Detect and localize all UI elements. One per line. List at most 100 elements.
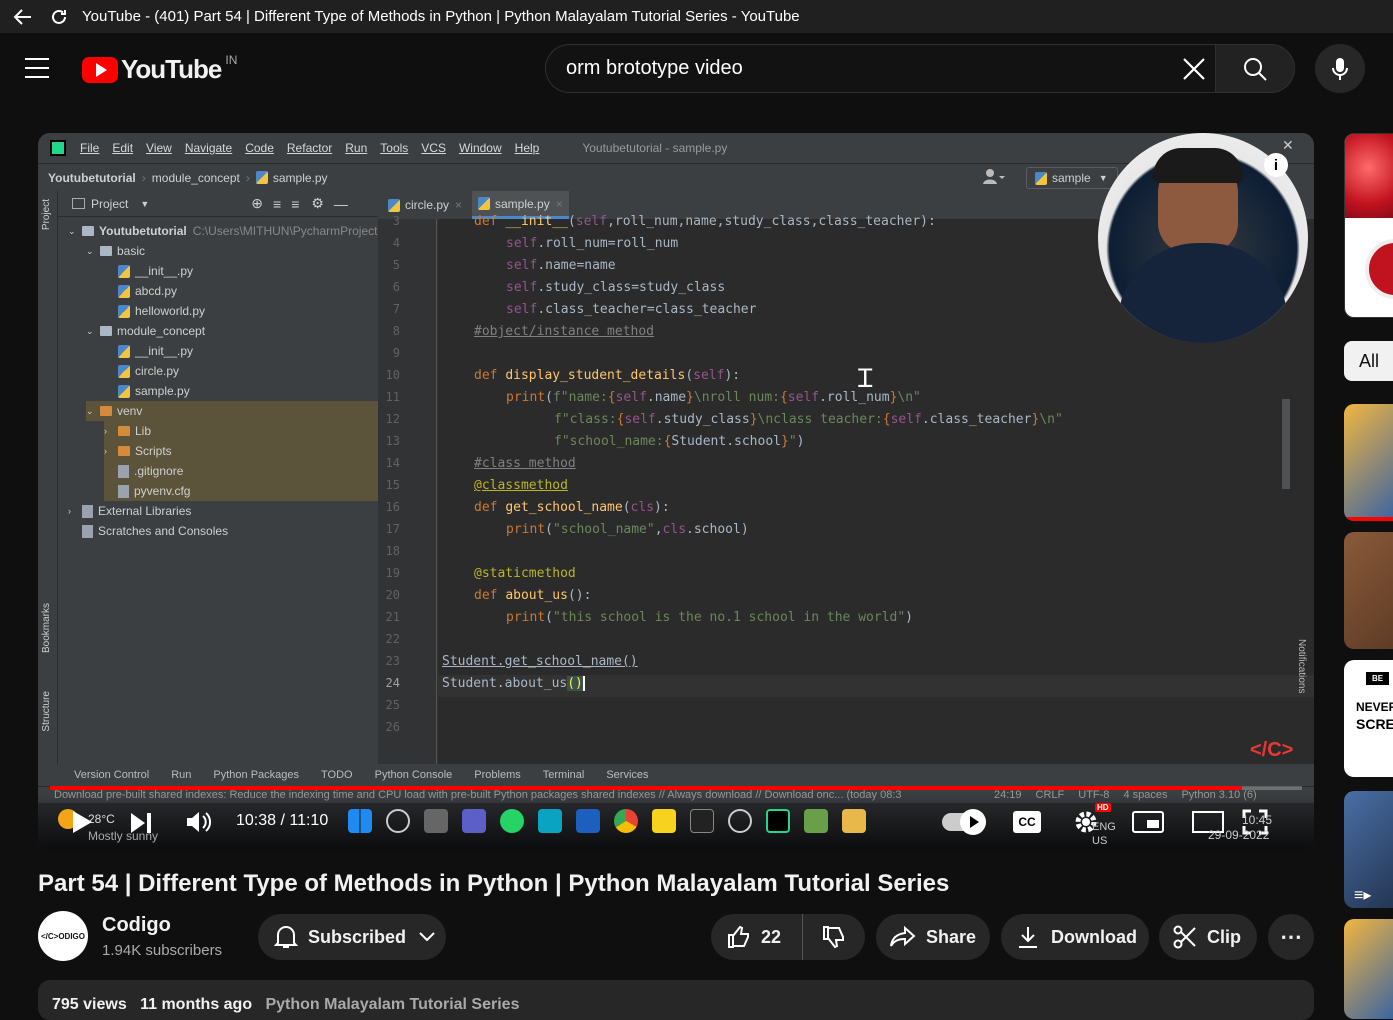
sticky-notes-icon — [652, 809, 676, 833]
python-file-icon — [118, 284, 130, 298]
more-actions-button[interactable]: ⋯ — [1268, 914, 1314, 960]
sidebar-video-thumb-1[interactable] — [1344, 404, 1393, 521]
close-tab-icon: × — [555, 196, 563, 211]
filter-chip-all[interactable]: All — [1344, 341, 1393, 381]
clip-button[interactable]: Clip — [1159, 914, 1257, 960]
gutter-divider — [436, 219, 437, 764]
obs-icon — [728, 809, 752, 833]
channel-avatar[interactable]: </C>ODIGO — [38, 911, 88, 961]
channel-name[interactable]: Codigo — [102, 914, 171, 937]
line-number: 24 — [385, 676, 400, 690]
pycharm-taskbar-icon — [766, 809, 790, 833]
folder-icon — [118, 426, 130, 436]
video-player[interactable]: File Edit View Navigate Code Refactor Ru… — [38, 133, 1314, 851]
line-number: 6 — [392, 280, 400, 294]
tree-item-label: __init__.py — [135, 264, 194, 278]
window-title: YouTube - (401) Part 54 | Different Type… — [82, 8, 800, 25]
language-indicator: ENG — [1092, 821, 1116, 833]
tool-window-button: Terminal — [542, 769, 585, 781]
tool-window-button: Python Packages — [213, 769, 300, 781]
folder-icon — [100, 246, 112, 256]
download-button[interactable]: Download — [1001, 914, 1149, 960]
menu-vcs: VCS — [421, 141, 446, 155]
autoplay-play-icon — [960, 809, 986, 835]
sidebar-video-thumb-5[interactable] — [1344, 919, 1393, 1019]
codigo-watermark-logo: </C> — [1250, 739, 1294, 761]
reload-icon[interactable] — [46, 4, 72, 30]
clock-time: 10:45 — [1242, 813, 1273, 827]
ide-window-title: Youtubetutorial - sample.py — [582, 141, 728, 155]
expand-all-icon: ≡ — [273, 195, 282, 212]
search-taskbar-icon — [386, 809, 410, 833]
close-icon[interactable]: ✕ — [1282, 137, 1294, 154]
subscriber-count: 1.94K subscribers — [102, 942, 223, 959]
tool-window-button: TODO — [321, 769, 353, 781]
next-button[interactable] — [130, 812, 152, 839]
clear-search-icon[interactable] — [1180, 55, 1208, 83]
search-value: orm brototype video — [566, 57, 743, 79]
tree-item: ⌄ Youtubetutorial C:\Users\MITHUN\PycharmP… — [68, 221, 377, 241]
volume-button[interactable] — [186, 810, 212, 839]
tree-chevron-icon: ⌄ — [68, 225, 76, 236]
file-icon — [118, 464, 129, 478]
info-icon[interactable]: i — [1264, 153, 1288, 177]
line-number: 23 — [385, 654, 400, 668]
like-count: 22 — [761, 926, 782, 947]
line-number: 25 — [385, 698, 400, 712]
tool-window-button: Version Control — [74, 769, 150, 781]
python-file-icon — [478, 197, 490, 210]
share-button[interactable]: Share — [876, 914, 990, 960]
tool-window-button: Problems — [474, 769, 521, 781]
search-button[interactable] — [1215, 44, 1295, 93]
video-progress-bar[interactable] — [50, 786, 1302, 790]
search-input[interactable]: orm brototype video — [545, 44, 1215, 93]
hamburger-menu-icon[interactable] — [25, 58, 49, 78]
project-label: Project — [91, 196, 129, 211]
miniplayer-button[interactable] — [1132, 811, 1164, 833]
menu-help: Help — [514, 141, 540, 155]
autoplay-toggle[interactable] — [942, 809, 986, 835]
volume-icon — [187, 812, 212, 832]
dislike-button[interactable] — [803, 914, 865, 960]
folder-icon — [82, 226, 94, 236]
tree-chevron-icon: › — [104, 426, 107, 436]
ide-menu-bar: File Edit View Navigate Code Refactor Ru… — [38, 133, 1314, 163]
like-button[interactable]: 22 — [711, 914, 803, 960]
sidebar-video-thumb-2[interactable] — [1344, 532, 1393, 649]
python-icon — [1035, 171, 1047, 185]
subscribed-button[interactable]: Subscribed — [258, 914, 446, 960]
line-number: 11 — [385, 390, 400, 404]
sidebar-video-thumb-4[interactable]: ≡▸ — [1344, 791, 1393, 908]
locate-icon: ⊕ — [251, 195, 264, 211]
chevron-down-icon — [419, 932, 435, 942]
recorded-taskbar — [348, 801, 866, 841]
sidebar-video-thumb-3[interactable]: BE NEVER SCRE — [1344, 660, 1393, 777]
tree-item-path: C:\Users\MITHUN\PycharmProject — [192, 224, 378, 238]
description-box[interactable]: 795 views 11 months ago Python Malayalam… — [38, 980, 1314, 1020]
scissors-icon — [1173, 925, 1196, 949]
clock-date: 29-09-2022 — [1208, 828, 1270, 842]
tree-item-label: Lib — [135, 424, 152, 438]
play-button[interactable] — [71, 810, 93, 839]
playlist-link[interactable]: Python Malayalam Tutorial Series — [265, 996, 519, 1013]
run-config-select: sample ▼ — [1026, 167, 1118, 189]
play-icon — [73, 811, 92, 833]
teams-icon — [462, 809, 486, 833]
youtube-logo[interactable]: YouTube IN — [82, 53, 237, 85]
close-tab-icon: × — [455, 198, 463, 212]
thumbs-down-icon — [823, 926, 844, 949]
ad-logo-icon — [1365, 239, 1393, 299]
bell-icon — [274, 926, 298, 948]
tree-item: ⌄ module_concept — [86, 321, 205, 341]
download-label: Download — [1051, 926, 1137, 947]
sidebar-ad-card[interactable] — [1344, 133, 1393, 318]
more-icon: ⋯ — [1280, 924, 1302, 949]
tree-item-label: module_concept — [117, 324, 206, 338]
tree-item: helloworld.py — [104, 301, 205, 321]
project-toolbar: Project ▼ ⊕ ≡ ≡ ⚙ — — [58, 191, 378, 217]
line-number: 22 — [385, 632, 400, 646]
python-file-icon — [255, 171, 268, 184]
voice-search-button[interactable] — [1315, 44, 1365, 93]
back-arrow-icon[interactable] — [10, 4, 36, 30]
captions-button[interactable]: CC — [1013, 811, 1041, 833]
